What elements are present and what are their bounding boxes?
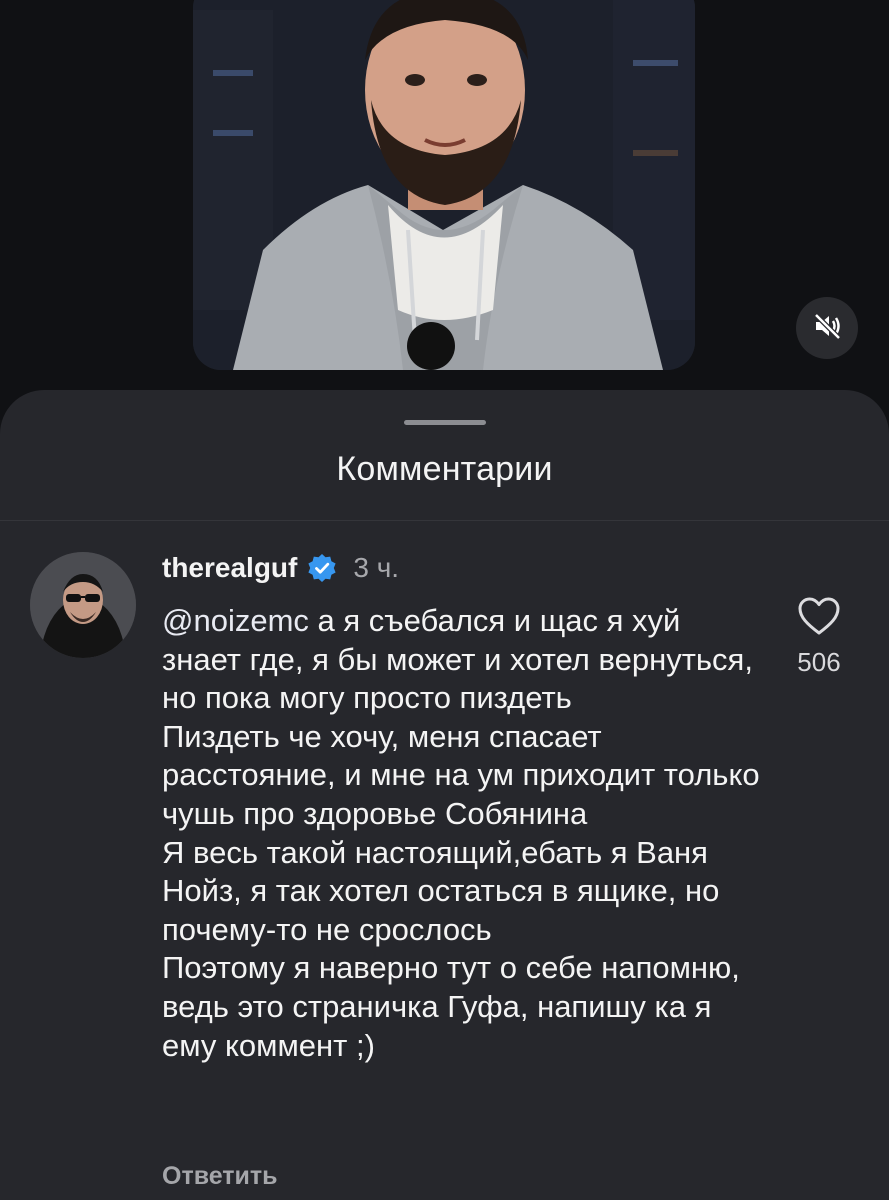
video-person-image xyxy=(193,0,695,370)
like-count: 506 xyxy=(797,647,841,677)
video-preview-area xyxy=(0,0,889,420)
sheet-drag-handle[interactable] xyxy=(404,420,486,425)
comment-text-body: а я съебался и щас я хуй знает где, я бы… xyxy=(162,603,760,1063)
video-thumbnail[interactable] xyxy=(193,0,695,370)
comments-sheet: Комментарии therealguf 3 ч. @noizemc а я… xyxy=(0,390,889,1200)
verified-badge-icon xyxy=(307,553,337,583)
sheet-divider xyxy=(0,520,889,521)
comments-screen: Комментарии therealguf 3 ч. @noizemc а я… xyxy=(0,0,889,1200)
avatar-image xyxy=(30,552,136,658)
comment-username[interactable]: therealguf xyxy=(162,552,297,584)
mention-link[interactable]: @noizemc xyxy=(162,603,309,638)
reply-button[interactable]: Ответить xyxy=(162,1162,278,1191)
comment-text: @noizemc а я съебался и щас я хуй знает … xyxy=(162,602,762,1065)
avatar[interactable] xyxy=(30,552,136,658)
comment-time: 3 ч. xyxy=(353,552,400,583)
like-block: 506 xyxy=(784,596,854,678)
sheet-title: Комментарии xyxy=(336,450,553,488)
comment-header: therealguf 3 ч. xyxy=(162,552,399,584)
muted-speaker-icon xyxy=(811,310,843,347)
mute-button[interactable] xyxy=(796,297,858,359)
heart-outline-icon[interactable] xyxy=(797,597,841,640)
